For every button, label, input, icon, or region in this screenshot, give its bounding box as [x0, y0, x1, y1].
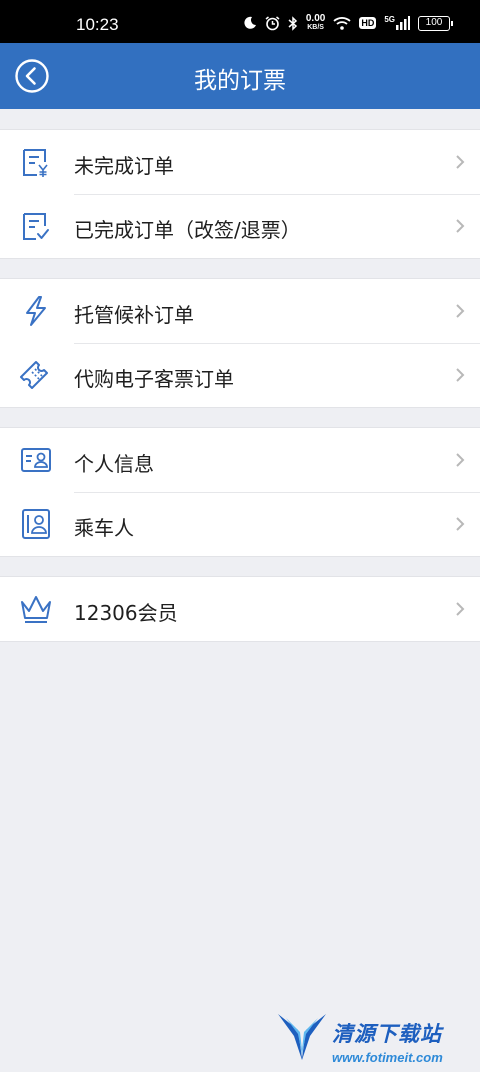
wifi-icon	[333, 17, 351, 30]
menu-item-personal-info[interactable]: 个人信息	[0, 428, 480, 492]
moon-icon	[244, 16, 256, 29]
menu-group-membership: 12306会员	[0, 576, 480, 642]
hd-badge: HD	[359, 17, 377, 29]
menu-item-membership[interactable]: 12306会员	[0, 577, 480, 641]
chevron-right-icon	[456, 219, 465, 233]
signal-badge-wrap: 5G	[384, 16, 410, 30]
app-header: 我的订票	[0, 43, 480, 109]
completed-order-icon	[23, 213, 49, 240]
menu-item-waitlist-orders[interactable]: 托管候补订单	[0, 279, 480, 343]
bluetooth-icon	[288, 15, 297, 31]
menu-group-personal: 个人信息 乘车人	[0, 427, 480, 557]
menu-group-orders: 未完成订单 已完成订单（改签/退票）	[0, 129, 480, 259]
status-time: 10:23	[76, 15, 119, 34]
pending-order-icon	[23, 149, 48, 177]
net-speed-value: 0.00	[305, 13, 326, 24]
menu-item-label: 乘车人	[74, 516, 134, 540]
menu-item-e-ticket-orders[interactable]: 代购电子客票订单	[0, 343, 480, 407]
watermark-url: www.fotimeit.com	[332, 1050, 443, 1065]
menu-group-special-orders: 托管候补订单 代购电子客票订单	[0, 278, 480, 408]
passenger-icon	[22, 509, 50, 539]
menu-item-label: 已完成订单（改签/退票）	[74, 218, 301, 242]
watermark-title: 清源下载站	[332, 1022, 442, 1046]
chevron-right-icon	[456, 602, 465, 616]
page-title: 我的订票	[194, 68, 286, 94]
menu-item-label: 未完成订单	[74, 154, 174, 178]
chevron-right-icon	[456, 453, 465, 467]
battery-indicator: 100	[418, 15, 453, 31]
crown-icon	[21, 596, 51, 623]
menu-item-label: 托管候补订单	[74, 303, 194, 327]
menu-item-passengers[interactable]: 乘车人	[0, 492, 480, 556]
status-icons: 0.00 KB/S HD 5G 100	[243, 13, 453, 33]
menu-item-pending-orders[interactable]: 未完成订单	[0, 130, 480, 194]
chevron-right-icon	[456, 304, 465, 318]
menu-item-label: 个人信息	[74, 452, 154, 476]
chevron-right-icon	[456, 517, 465, 531]
net-speed-unit: KB/S	[307, 24, 324, 31]
lightning-icon	[26, 296, 46, 326]
signal-icon	[396, 16, 410, 30]
id-card-icon	[21, 448, 51, 472]
signal-badge: 5G	[384, 15, 395, 24]
alarm-icon	[265, 15, 280, 30]
menu-item-label: 12306会员	[74, 601, 178, 625]
net-speed: 0.00 KB/S	[306, 14, 325, 32]
status-bar: 10:23 0.00 KB/S HD 5G 100	[0, 0, 480, 43]
menu-item-completed-orders[interactable]: 已完成订单（改签/退票）	[0, 194, 480, 258]
menu-item-label: 代购电子客票订单	[74, 367, 234, 391]
watermark: 清源下载站 www.fotimeit.com	[276, 1008, 456, 1068]
chevron-right-icon	[456, 155, 465, 169]
chevron-right-icon	[456, 368, 465, 382]
watermark-logo-icon	[278, 1014, 326, 1060]
ticket-icon	[20, 361, 48, 389]
